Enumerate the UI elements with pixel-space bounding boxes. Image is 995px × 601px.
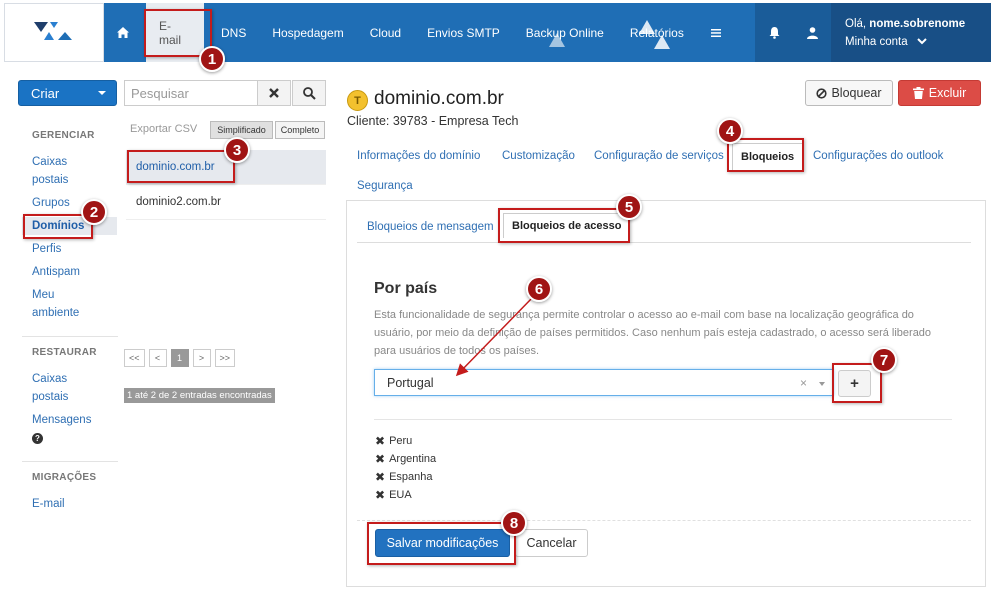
annotation-badge: 3 [224,137,250,163]
annotation-badge: 6 [526,276,552,302]
annotation-badge: 5 [616,194,642,220]
annotation-badge: 4 [717,118,743,144]
annotation-badge: 1 [199,46,225,72]
annotation-arrow [455,296,534,377]
annotation-badge: 8 [501,510,527,536]
annotation-badge: 7 [871,347,897,373]
annotation-badge: 2 [81,199,107,225]
